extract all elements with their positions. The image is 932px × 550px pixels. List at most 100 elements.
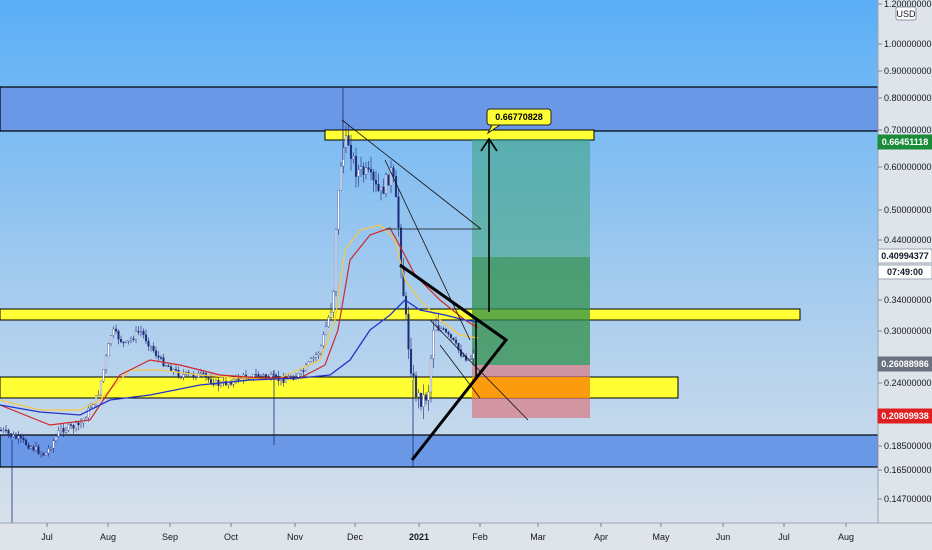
candle-body: [319, 345, 323, 354]
candle-body: [2, 429, 5, 432]
candle-body: [69, 424, 73, 426]
candle-body: [49, 448, 53, 450]
candle-body: [52, 440, 55, 449]
candle-body: [137, 331, 140, 333]
candle-body: [32, 446, 35, 451]
x-tick-label: Feb: [472, 532, 488, 542]
price-tag-countdown[interactable]: 07:49:00: [877, 264, 932, 280]
candle-body: [214, 379, 218, 386]
candle-body: [9, 433, 13, 437]
price-tag-level-lower[interactable]: 0.26088986: [877, 356, 932, 372]
candle-body: [334, 228, 338, 292]
candle-body: [257, 374, 260, 377]
candle-body: [317, 352, 320, 355]
resistance-zone-blue-top: [0, 86, 879, 132]
candle-body: [119, 339, 123, 343]
x-tick-label: Aug: [100, 532, 116, 542]
target-callout-label: 0.66770828: [495, 112, 543, 122]
candle-body: [132, 338, 135, 340]
candle-body: [0, 429, 3, 432]
candle-body: [462, 355, 465, 358]
candle-body: [24, 439, 28, 445]
candle-body: [122, 341, 125, 344]
x-tick-label: Jul: [41, 532, 53, 542]
candle-body: [452, 337, 455, 341]
x-tick-label: Mar: [530, 532, 546, 542]
y-tick-label: 0.90000000: [884, 66, 932, 76]
candle-body: [414, 375, 418, 397]
y-tick-label: 0.50000000: [884, 205, 932, 215]
currency-badge[interactable]: USD: [895, 6, 917, 21]
candle-body: [307, 361, 310, 365]
candle-body: [64, 430, 68, 433]
y-tick-label: 0.18500000: [884, 441, 932, 451]
candle-body: [129, 338, 133, 341]
candle-body: [419, 392, 423, 407]
candle-body: [344, 135, 348, 148]
candle-body: [17, 435, 20, 439]
price-tag-level-upper[interactable]: 0.40994377: [877, 248, 932, 264]
candle-body: [97, 394, 100, 397]
candle-body: [134, 331, 138, 340]
candle-body: [469, 358, 473, 360]
candle-body: [154, 350, 158, 356]
candle-body: [194, 376, 198, 378]
time-axis-panel[interactable]: [0, 523, 932, 550]
x-tick-label: Jul: [778, 532, 790, 542]
candle-body: [427, 391, 430, 401]
price-tag-current-price[interactable]: 0.66451118: [877, 134, 932, 150]
candle-body: [29, 446, 33, 449]
price-tag-stop-loss[interactable]: 0.20809938: [877, 408, 932, 424]
candle-body: [37, 446, 40, 454]
candle-body: [409, 348, 413, 374]
candle-body: [117, 331, 120, 340]
loss-zone-overlap: [472, 377, 590, 398]
candle-body: [207, 376, 210, 380]
candle-body: [314, 354, 318, 358]
price-tag-label: 0.20809938: [881, 411, 929, 421]
candle-body: [227, 382, 230, 386]
candle-body: [387, 174, 390, 186]
candle-body: [392, 167, 395, 177]
x-tick-label: Sep: [162, 532, 178, 542]
candle-body: [347, 135, 350, 146]
candle-body: [239, 378, 243, 381]
candle-body: [67, 424, 70, 431]
price-tag-label: 0.66451118: [882, 137, 929, 147]
candle-body: [364, 167, 368, 175]
candle-body: [377, 184, 380, 191]
candle-body: [34, 446, 38, 451]
candle-body: [349, 144, 353, 159]
candle-body: [332, 290, 335, 313]
candle-body: [417, 392, 420, 397]
candle-body: [109, 335, 113, 344]
y-tick-label: 0.14700000: [884, 494, 932, 504]
candle-body: [369, 169, 373, 173]
candle-body: [182, 374, 185, 378]
candle-body: [309, 358, 313, 363]
candle-body: [42, 453, 45, 456]
candle-body: [327, 317, 330, 327]
candle-body: [454, 339, 458, 344]
candle-body: [429, 358, 433, 393]
candle-body: [444, 328, 448, 333]
candle-body: [164, 365, 168, 367]
y-tick-label: 0.80000000: [884, 93, 932, 103]
y-tick-label: 0.70000000: [884, 125, 932, 135]
y-tick-label: 0.34000000: [884, 295, 932, 305]
candle-body: [209, 379, 213, 384]
x-tick-label: 2021: [409, 532, 429, 542]
chart-svg[interactable]: 0.66770828 1.200000001.000000000.9000000…: [0, 0, 932, 550]
candle-body: [167, 365, 170, 367]
candle-body: [447, 332, 450, 335]
x-tick-label: Dec: [347, 532, 364, 542]
candle-body: [262, 374, 265, 376]
x-tick-label: Apr: [594, 532, 608, 542]
candle-body: [422, 394, 425, 407]
candle-body: [412, 373, 415, 376]
candle-body: [394, 176, 398, 197]
x-tick-label: Aug: [838, 532, 854, 542]
candle-body: [297, 373, 300, 378]
candle-body: [284, 378, 288, 383]
y-tick-label: 0.44000000: [884, 235, 932, 245]
